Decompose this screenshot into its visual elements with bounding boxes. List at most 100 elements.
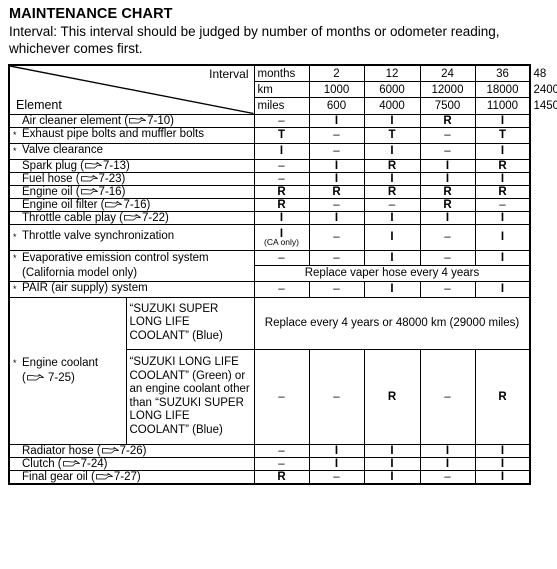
element-label: Engine oil filter (: [22, 198, 105, 211]
interval-value-cell: –: [308, 197, 365, 212]
page-reference-icon: [26, 373, 44, 382]
interval-value-cell: I: [474, 249, 531, 266]
maintenance-table-body: Interval Element months 2 12 24 36 48 km 1000 6000…: [8, 64, 557, 484]
interval-value-cell: R: [363, 348, 421, 445]
page-reference-icon: [80, 187, 98, 196]
interval-value-cell: –: [308, 469, 365, 484]
table-row: Fuel hose (7-23) – I I I I: [8, 171, 531, 186]
interval-value-cell: –: [308, 126, 365, 144]
interval-value-cell: R: [253, 184, 310, 199]
interval-value-cell: I: [308, 210, 365, 225]
element-label: Final gear oil (: [22, 470, 95, 483]
element-name-cell: Fuel hose (7-23): [8, 171, 255, 186]
interval-value-cell: –: [308, 142, 365, 160]
interval-value-cell: –: [253, 113, 310, 128]
element-page-ref-line: ( 7-25): [22, 371, 75, 384]
interval-value-cell: T: [253, 126, 310, 144]
table-corner-header: Interval Element: [8, 64, 255, 115]
asterisk-marker: *: [13, 357, 17, 368]
interval-value-cell: I: [474, 113, 531, 128]
element-label: Valve clearance: [22, 143, 103, 156]
interval-value-cell: I: [363, 223, 421, 251]
element-label: Throttle cable play (: [22, 211, 123, 224]
interval-value-cell: I: [474, 210, 531, 225]
interval-value-cell: I: [363, 171, 421, 186]
interval-value-cell: I: [363, 210, 421, 225]
interval-value-cell: –: [419, 280, 476, 298]
interval-value-cell: –: [363, 197, 421, 212]
interval-value-cell: –: [253, 171, 310, 186]
coolant-type-cell: “SUZUKI LONG LIFE COOLANT” (Green) or an…: [125, 348, 255, 445]
table-row: Engine oil filter (7-16) R – – R –: [8, 197, 531, 212]
page-title: MAINTENANCE CHART: [9, 6, 173, 22]
table-row-evaporative-emission: * Evaporative emission control system (Cal…: [8, 249, 531, 282]
interval-value-cell: I: [419, 158, 476, 173]
element-name-cell: Engine oil filter (7-16): [8, 197, 255, 212]
element-header-label: Element: [16, 97, 62, 112]
interval-value-cell: I: [474, 142, 531, 160]
interval-value-cell: T: [363, 126, 421, 144]
interval-value-cell: I: [363, 249, 421, 266]
interval-value-cell: I: [419, 210, 476, 225]
interval-header-label: Interval: [209, 67, 249, 81]
interval-value-cell: I (CA only): [253, 223, 310, 251]
element-name-cell: Engine oil (7-16): [8, 184, 255, 199]
interval-miles-value: 11000: [474, 97, 531, 115]
element-page-ref: 7-16): [98, 185, 126, 198]
element-page-ref: 7-27): [113, 470, 141, 483]
element-name-cell: * Exhaust pipe bolts and muffler bolts: [8, 126, 255, 144]
interval-value-cell: I: [419, 443, 476, 458]
asterisk-marker: *: [13, 231, 17, 242]
unit-label-months: months: [253, 64, 310, 83]
asterisk-marker: *: [13, 129, 17, 140]
interval-value-cell: I: [308, 113, 365, 128]
interval-value-cell: –: [419, 469, 476, 484]
interval-miles-value: 7500: [419, 97, 476, 115]
interval-value-cell: R: [474, 184, 531, 199]
coolant-type-cell: “SUZUKI SUPER LONG LIFE COOLANT” (Blue): [125, 296, 255, 350]
interval-value-cell: –: [308, 249, 365, 266]
element-name-cell: Clutch ( 7-24): [8, 456, 255, 471]
interval-value-cell: –: [253, 443, 310, 458]
page-reference-icon: [62, 459, 80, 468]
element-label: PAIR (air supply) system: [22, 281, 148, 294]
interval-note: Interval: This interval should be judged…: [9, 24, 500, 56]
merged-note-cell: Replace every 4 years or 48000 km (29000…: [253, 296, 531, 350]
element-label: Exhaust pipe bolts and muffler bolts: [22, 127, 204, 140]
table-row: * Exhaust pipe bolts and muffler bolts T – T…: [8, 126, 531, 144]
interval-value-cell: –: [253, 348, 310, 445]
element-label: Air cleaner element (: [22, 114, 129, 127]
table-row: Final gear oil (7-27) R – I – I: [8, 469, 531, 484]
element-name-cell: Final gear oil ( 7-27): [8, 469, 255, 484]
element-name-cell: * Throttle valve synchronization: [8, 223, 255, 251]
interval-value-cell: R: [419, 184, 476, 199]
interval-value-cell: –: [253, 456, 310, 471]
page-reference-icon: [85, 161, 102, 170]
interval-km-value: 12000: [419, 81, 476, 99]
interval-value-cell: I: [363, 456, 421, 471]
interval-value-cell: –: [253, 158, 310, 173]
maintenance-table: Interval Element months 2 12 24 36 48 km 1000 6000…: [8, 64, 557, 485]
element-label: Clutch (: [22, 457, 62, 470]
interval-months-value: 36: [474, 64, 531, 83]
merged-note-cell: Replace vaper hose every 4 years: [253, 265, 531, 282]
table-row: Radiator hose (7-26) – I I I I: [8, 443, 531, 458]
interval-value-cell: R: [419, 197, 476, 212]
element-name-cell: * Valve clearance: [8, 142, 255, 160]
element-page-ref: 7-24): [80, 457, 108, 470]
element-page-ref: 7-13): [103, 159, 130, 172]
interval-months-value: 12: [363, 64, 421, 83]
interval-value-cell: I: [363, 443, 421, 458]
interval-value-cell: I: [474, 171, 531, 186]
element-name-cell: Throttle cable play (7-22): [8, 210, 255, 225]
element-label-line2: (California model only): [22, 266, 138, 279]
element-name-cell: Air cleaner element (7-10): [8, 113, 255, 128]
element-name-cell: * PAIR (air supply) system: [8, 280, 255, 298]
table-row: Spark plug (7-13) – I R I R: [8, 158, 531, 173]
interval-value-cell: R: [474, 348, 531, 445]
element-page-ref: 7-26): [119, 444, 147, 457]
interval-value-cell: –: [419, 142, 476, 160]
interval-value-cell: R: [253, 197, 310, 212]
interval-km-value: 1000: [308, 81, 365, 99]
header-row-months: Interval Element months 2 12 24 36 48: [8, 64, 546, 115]
